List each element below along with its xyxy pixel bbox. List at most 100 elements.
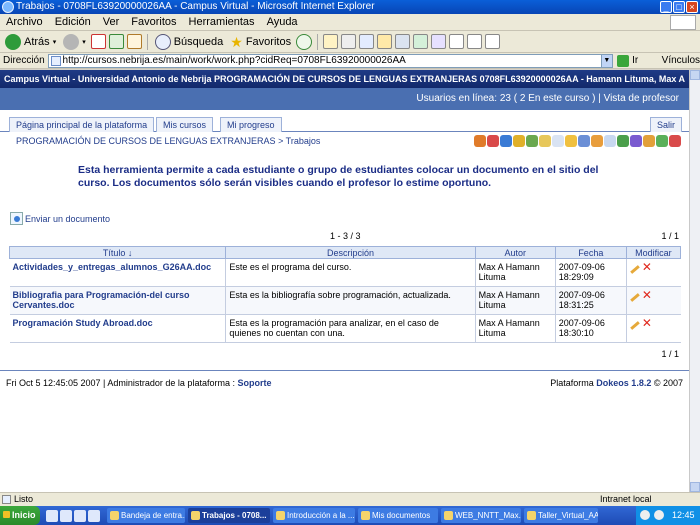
cut-icon[interactable] [449, 34, 465, 49]
online-users-count[interactable]: 23 [500, 93, 511, 104]
edit-pencil-icon[interactable] [630, 293, 640, 302]
taskbar-item[interactable]: Bandeja de entra... [107, 508, 185, 523]
go-button[interactable]: Ir [617, 54, 662, 67]
search-button[interactable]: Búsqueda [153, 33, 226, 51]
tool-icon[interactable] [565, 135, 577, 147]
course-header[interactable]: PROGRAMACIÓN DE CURSOS DE LENGUAS EXTRAN… [214, 70, 685, 88]
tool-icon[interactable] [552, 135, 564, 147]
menu-edicion[interactable]: Edición [55, 16, 91, 28]
tab-my-courses[interactable]: Mis cursos [156, 117, 214, 132]
messenger-icon[interactable] [413, 34, 429, 49]
history-icon[interactable] [296, 33, 313, 50]
menu-archivo[interactable]: Archivo [6, 16, 43, 28]
send-document-link[interactable]: Enviar un documento [10, 212, 110, 225]
window-title: Trabajos - 0708FL63920000026AA - Campus … [16, 1, 375, 12]
delete-icon[interactable]: ✕ [642, 317, 652, 329]
menu-herramientas[interactable]: Herramientas [189, 16, 255, 28]
minimize-button[interactable]: _ [660, 1, 672, 13]
taskbar-item-active[interactable]: Trabajos - 0708... [188, 508, 270, 523]
favorites-button[interactable]: ★ Favoritos [228, 33, 293, 51]
ie-quicklaunch-icon[interactable] [46, 509, 58, 522]
vertical-scrollbar[interactable] [689, 70, 700, 492]
close-button[interactable]: × [686, 1, 698, 13]
back-button[interactable]: Atrás ▾ [3, 33, 58, 51]
site-header: Campus Virtual - Universidad Antonio de … [0, 70, 689, 88]
taskbar-item[interactable]: Introducción a la ... [273, 508, 355, 523]
taskbar-item[interactable]: WEB_NNTT_Max... [441, 508, 521, 523]
menu-favoritos[interactable]: Favoritos [131, 16, 176, 28]
platform-label: Plataforma [550, 378, 594, 388]
discuss-icon[interactable] [377, 34, 393, 49]
tool-icon[interactable] [578, 135, 590, 147]
outlook-quicklaunch-icon[interactable] [60, 509, 72, 522]
breadcrumb-current[interactable]: Trabajos [286, 136, 321, 146]
refresh-icon[interactable] [108, 34, 124, 49]
font-icon[interactable] [431, 34, 447, 49]
edit-icon[interactable] [359, 34, 375, 49]
edit-pencil-icon[interactable] [630, 265, 640, 274]
tab-my-progress[interactable]: Mi progreso [220, 117, 282, 132]
tray-icon[interactable] [640, 510, 650, 520]
column-header-title[interactable]: Título ↓ [8, 246, 227, 259]
tool-icon[interactable] [604, 135, 616, 147]
tab-home[interactable]: Página principal de la plataforma [9, 117, 155, 132]
tool-icon[interactable] [643, 135, 655, 147]
menu-ver[interactable]: Ver [103, 16, 120, 28]
desktop-quicklaunch-icon[interactable] [88, 509, 100, 522]
online-course-count[interactable]: ( 2 En este curso ) [514, 93, 596, 104]
column-header-author[interactable]: Autor [474, 246, 556, 259]
tool-icon[interactable] [487, 135, 499, 147]
taskbar-item[interactable]: Taller_Virtual_AA... [524, 508, 598, 523]
links-button[interactable]: Vínculos [662, 55, 700, 66]
delete-icon[interactable]: ✕ [642, 261, 652, 273]
forward-button[interactable]: ▾ [61, 33, 88, 51]
tool-icon[interactable] [617, 135, 629, 147]
document-title-link[interactable]: Actividades_y_entregas_alumnos_G26AA.doc [9, 258, 226, 287]
tool-icon[interactable] [656, 135, 668, 147]
document-title-link[interactable]: Programación Study Abroad.doc [9, 314, 226, 343]
tool-icon[interactable] [474, 135, 486, 147]
chevron-down-icon: ▾ [82, 38, 86, 46]
logout-button[interactable]: Salir [649, 117, 682, 132]
delete-icon[interactable]: ✕ [642, 289, 652, 301]
document-title-link[interactable]: Bibliografia para Programación-del curso… [9, 286, 226, 315]
column-header-description[interactable]: Descripción [225, 246, 476, 259]
research-icon[interactable] [395, 34, 411, 49]
document-date: 2007-09-06 18:29:09 [554, 258, 627, 287]
tool-icon[interactable] [500, 135, 512, 147]
start-button[interactable]: Inicio [0, 506, 40, 525]
maximize-button[interactable]: □ [673, 1, 685, 13]
scroll-down-button[interactable] [690, 482, 700, 492]
tool-icon[interactable] [630, 135, 642, 147]
address-url: http://cursos.nebrija.es/main/work/work.… [62, 54, 406, 66]
column-header-date[interactable]: Fecha [554, 246, 627, 259]
tray-icon[interactable] [654, 510, 664, 520]
dokeos-link[interactable]: Dokeos 1.8.2 [596, 378, 651, 388]
edit-pencil-icon[interactable] [630, 321, 640, 330]
tool-icon[interactable] [526, 135, 538, 147]
tool-icon[interactable] [669, 135, 681, 147]
taskbar-item[interactable]: Mis documentos [358, 508, 438, 523]
scroll-up-button[interactable] [690, 70, 700, 80]
online-users-label: Usuarios en línea: [416, 93, 498, 104]
address-dropdown-button[interactable]: ▼ [600, 53, 614, 68]
table-row: Programación Study Abroad.doc Esta es la… [9, 314, 681, 343]
paste-icon[interactable] [485, 34, 501, 49]
print-icon[interactable] [341, 34, 357, 49]
support-link[interactable]: Soporte [237, 378, 271, 388]
windows-logo-icon [670, 15, 696, 30]
copy-icon[interactable] [467, 34, 483, 49]
tool-icon[interactable] [591, 135, 603, 147]
home-icon[interactable] [126, 34, 142, 49]
document-author: Max A Hamann Lituma [474, 258, 556, 287]
mail-icon[interactable] [323, 34, 339, 49]
word-quicklaunch-icon[interactable] [74, 509, 86, 522]
tool-icon[interactable] [539, 135, 551, 147]
teacher-view-link[interactable]: | Vista de profesor [598, 93, 679, 104]
menu-ayuda[interactable]: Ayuda [267, 16, 298, 28]
breadcrumb-course[interactable]: PROGRAMACIÓN DE CURSOS DE LENGUAS EXTRAN… [16, 136, 276, 146]
site-name[interactable]: Campus Virtual - Universidad Antonio de … [4, 70, 212, 88]
address-input[interactable]: http://cursos.nebrija.es/main/work/work.… [47, 53, 602, 68]
tool-icon[interactable] [513, 135, 525, 147]
stop-icon[interactable] [90, 34, 106, 49]
